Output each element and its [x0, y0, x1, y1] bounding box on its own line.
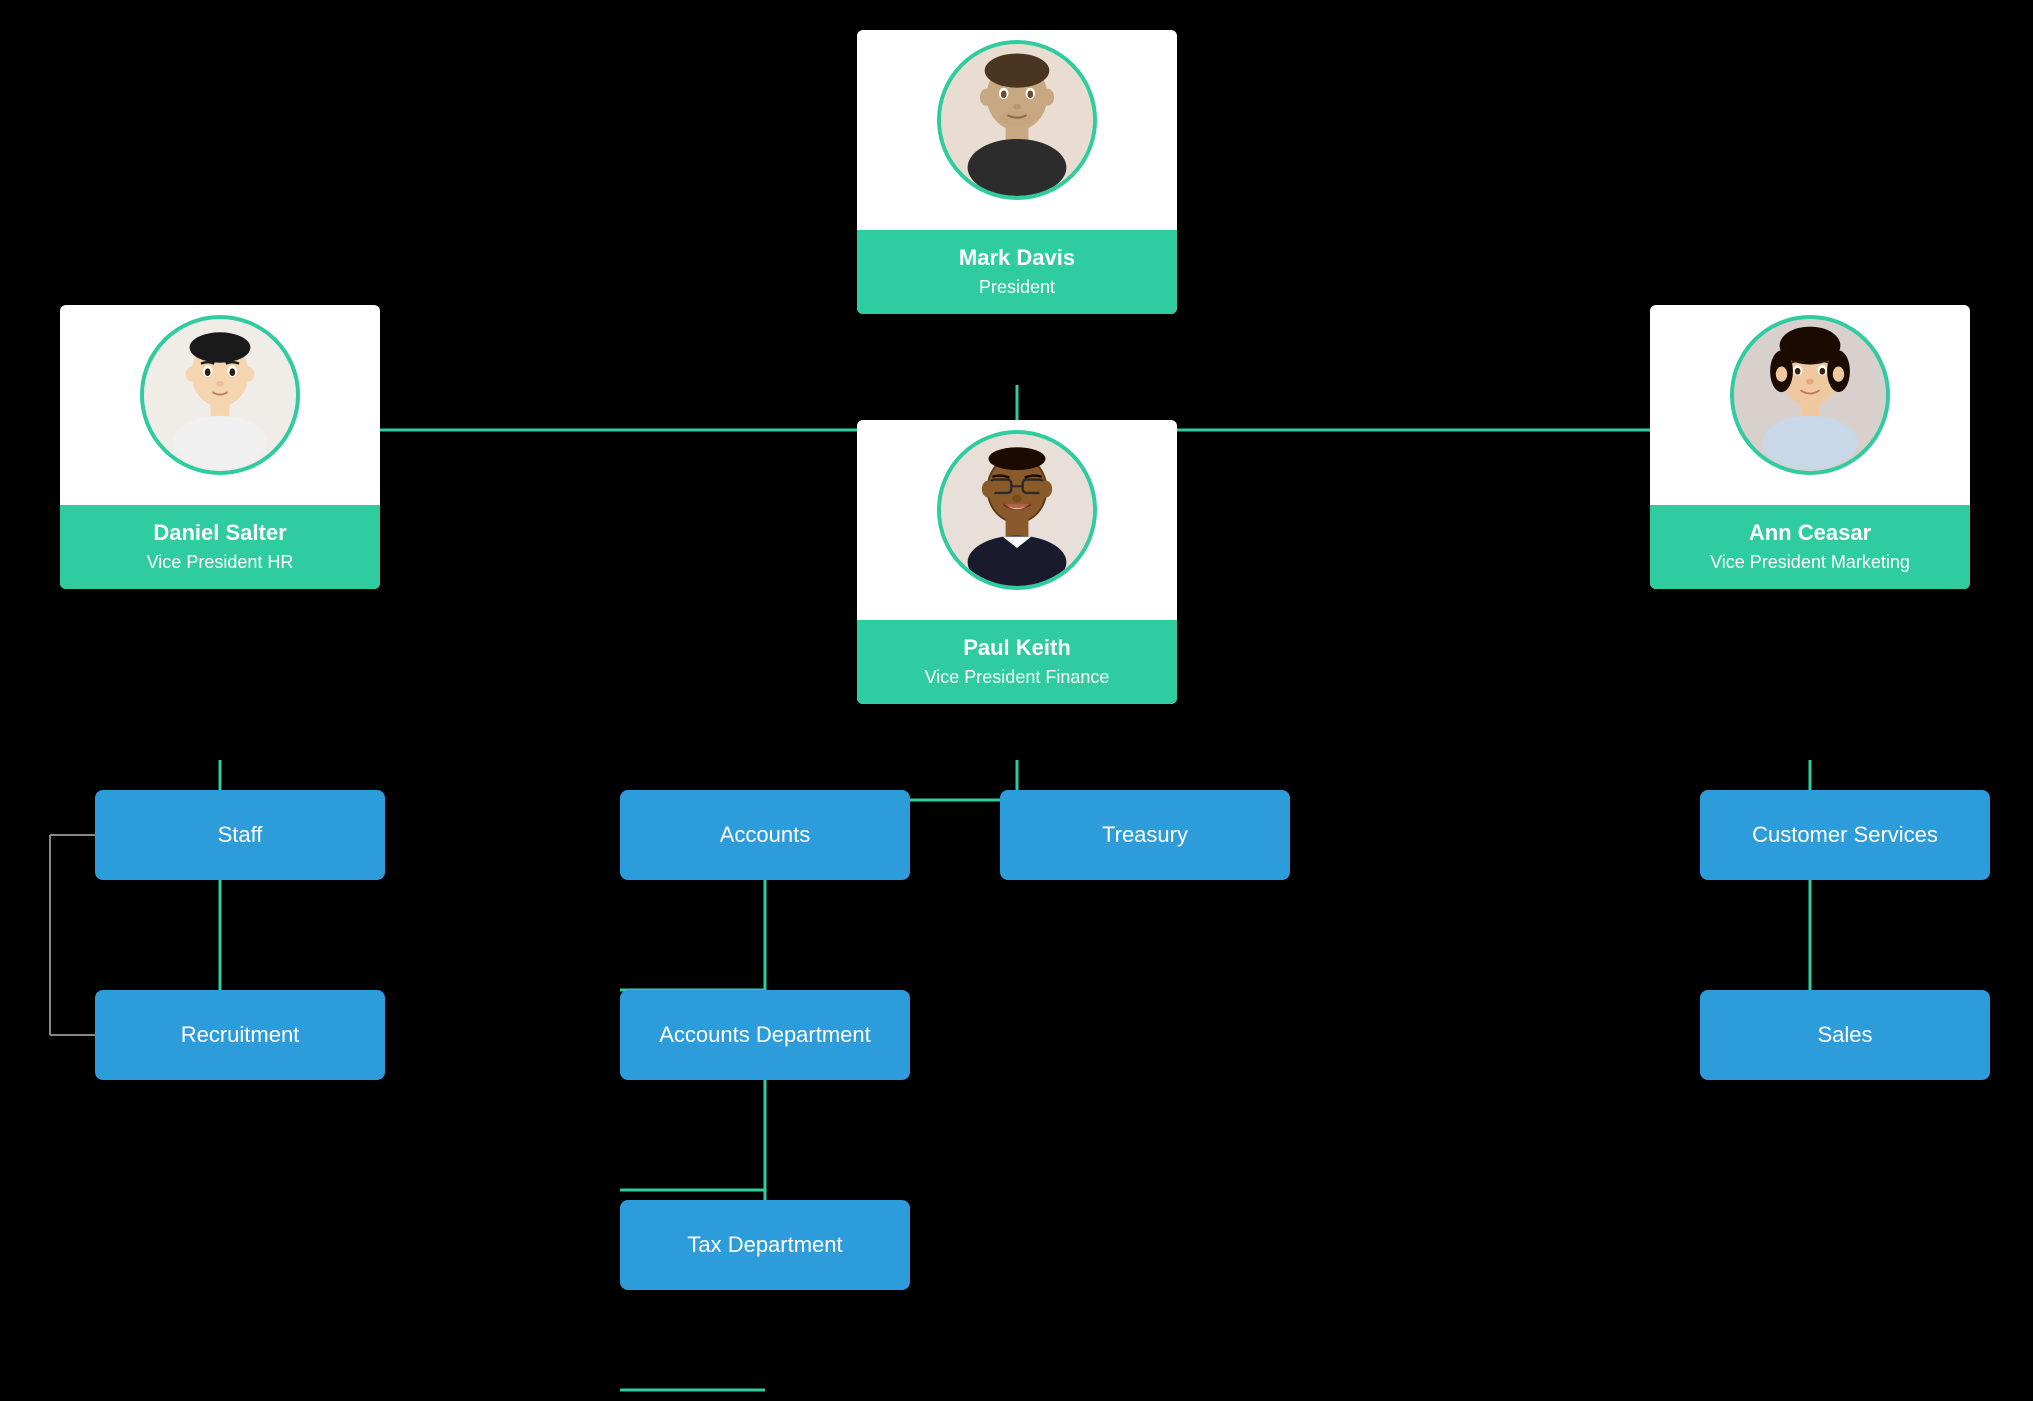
daniel-name: Daniel Salter	[70, 519, 370, 548]
person-card-mark: Mark Davis President	[857, 30, 1177, 314]
daniel-card-footer: Daniel Salter Vice President HR	[60, 505, 380, 589]
paul-title: Vice President Finance	[867, 667, 1167, 688]
mark-avatar	[937, 40, 1097, 200]
person-card-ann: Ann Ceasar Vice President Marketing	[1650, 305, 1970, 589]
daniel-title: Vice President HR	[70, 552, 370, 573]
ann-photo-area	[1650, 305, 1970, 505]
ann-title: Vice President Marketing	[1660, 552, 1960, 573]
mark-card-footer: Mark Davis President	[857, 230, 1177, 314]
dept-box-tax: Tax Department	[620, 1200, 910, 1290]
dept-box-accounts: Accounts	[620, 790, 910, 880]
dept-box-treasury: Treasury	[1000, 790, 1290, 880]
dept-box-recruitment: Recruitment	[95, 990, 385, 1080]
paul-card-footer: Paul Keith Vice President Finance	[857, 620, 1177, 704]
daniel-avatar	[140, 315, 300, 475]
paul-name: Paul Keith	[867, 634, 1167, 663]
mark-name: Mark Davis	[867, 244, 1167, 273]
daniel-photo-area	[60, 305, 380, 505]
person-card-daniel: Daniel Salter Vice President HR	[60, 305, 380, 589]
ann-avatar	[1730, 315, 1890, 475]
mark-title: President	[867, 277, 1167, 298]
org-chart: Mark Davis President	[0, 0, 2033, 1401]
dept-box-accounts-dept: Accounts Department	[620, 990, 910, 1080]
person-card-paul: Paul Keith Vice President Finance	[857, 420, 1177, 704]
dept-box-customer-services: Customer Services	[1700, 790, 1990, 880]
dept-box-sales: Sales	[1700, 990, 1990, 1080]
ann-name: Ann Ceasar	[1660, 519, 1960, 548]
dept-box-staff: Staff	[95, 790, 385, 880]
paul-photo-area	[857, 420, 1177, 620]
mark-photo-area	[857, 30, 1177, 230]
ann-card-footer: Ann Ceasar Vice President Marketing	[1650, 505, 1970, 589]
paul-avatar	[937, 430, 1097, 590]
